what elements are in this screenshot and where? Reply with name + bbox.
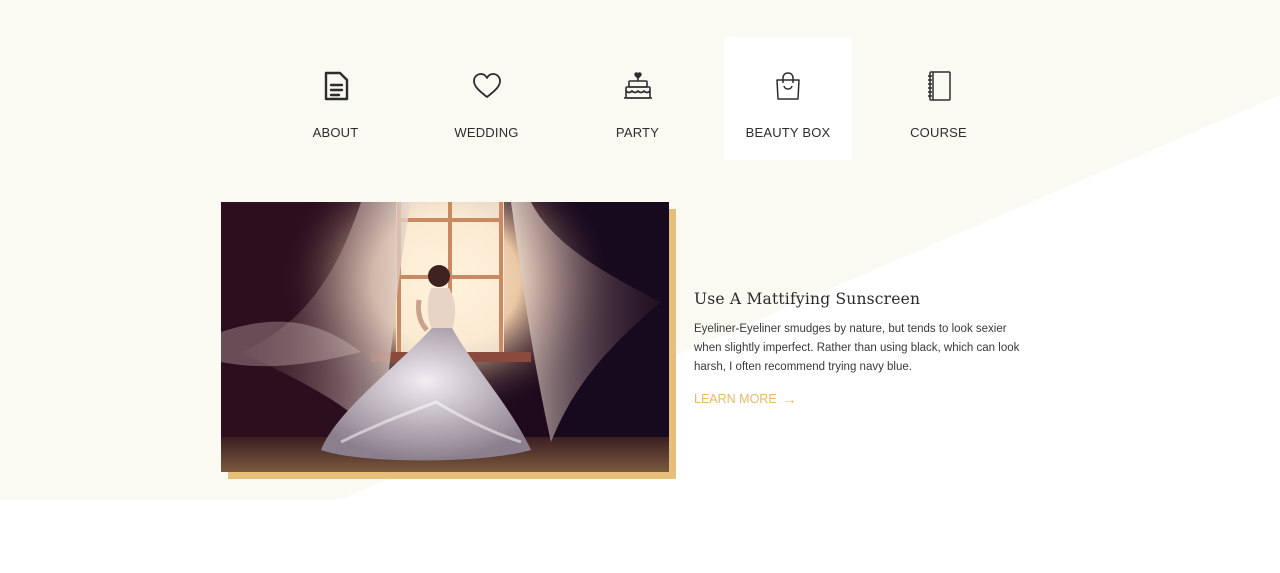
category-tabs: ABOUT WEDDING PARTY BEAUTY BOX COURSE xyxy=(260,37,1014,160)
tab-label: WEDDING xyxy=(454,125,519,140)
learn-more-label: LEARN MORE xyxy=(694,392,777,406)
cake-icon xyxy=(622,70,654,102)
tab-label: COURSE xyxy=(910,125,967,140)
article-preview: Use A Mattifying Sunscreen Eyeliner-Eyel… xyxy=(694,290,1034,408)
tab-about[interactable]: ABOUT xyxy=(260,37,411,160)
tab-beauty-box[interactable]: BEAUTY BOX xyxy=(724,37,852,160)
heart-icon xyxy=(471,70,503,102)
document-icon xyxy=(320,70,352,102)
tab-label: PARTY xyxy=(615,125,660,140)
tab-course[interactable]: COURSE xyxy=(863,37,1014,160)
notebook-icon xyxy=(923,70,955,102)
learn-more-link[interactable]: LEARN MORE → xyxy=(694,391,797,407)
article-title: Use A Mattifying Sunscreen xyxy=(694,290,921,308)
tab-label: BEAUTY BOX xyxy=(745,125,831,140)
shopping-bag-icon xyxy=(772,70,804,102)
tab-party[interactable]: PARTY xyxy=(562,37,713,160)
tab-wedding[interactable]: WEDDING xyxy=(411,37,562,160)
article-excerpt: Eyeliner-Eyeliner smudges by nature, but… xyxy=(694,323,1020,373)
bride-photo xyxy=(221,202,669,472)
tab-label: ABOUT xyxy=(312,125,359,140)
arrow-right-icon: → xyxy=(782,391,797,407)
